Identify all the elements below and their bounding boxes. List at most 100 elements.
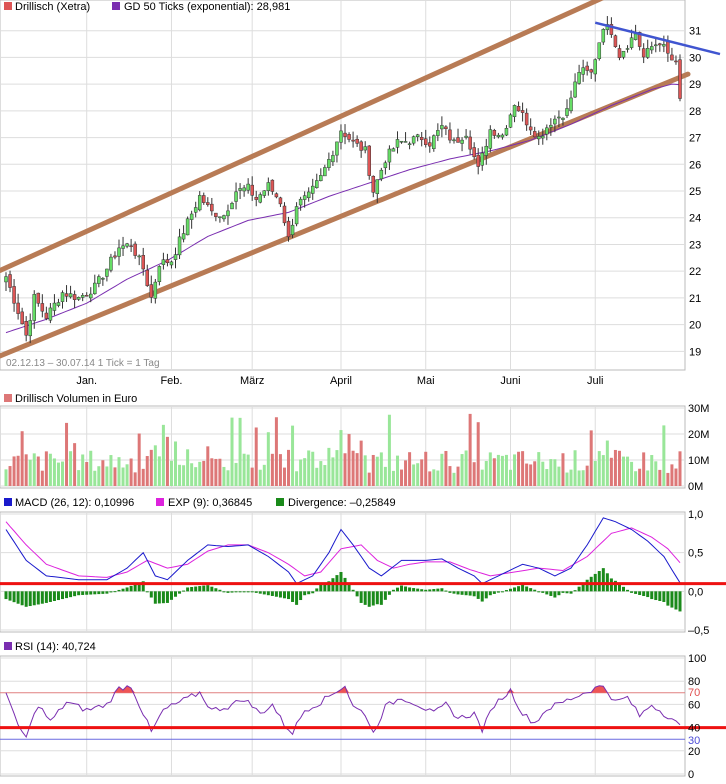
price-y-tick: 21 bbox=[689, 293, 701, 305]
volume-bar bbox=[278, 454, 282, 486]
divergence-bar bbox=[601, 568, 605, 592]
candle-body bbox=[359, 141, 363, 151]
candle-body bbox=[516, 106, 521, 112]
volume-bar bbox=[484, 461, 488, 486]
volume-bar bbox=[149, 449, 153, 486]
volume-bar bbox=[347, 434, 351, 486]
divergence-bar bbox=[234, 591, 238, 593]
volume-bar bbox=[16, 455, 20, 486]
divergence-bar bbox=[69, 591, 73, 598]
volume-bar bbox=[404, 460, 408, 486]
volume-bar bbox=[577, 470, 581, 486]
volume-bar bbox=[81, 454, 85, 486]
price-y-tick: 24 bbox=[689, 213, 701, 225]
candle-body bbox=[113, 255, 117, 258]
divergence-bar bbox=[153, 591, 157, 604]
candle-body bbox=[60, 292, 65, 302]
volume-y-tick: 0M bbox=[688, 481, 703, 493]
candle-body bbox=[266, 182, 271, 191]
divergence-bar bbox=[190, 587, 194, 592]
volume-bar bbox=[391, 470, 395, 486]
volume-bar bbox=[662, 425, 666, 486]
volume-bar bbox=[642, 452, 646, 486]
divergence-bar bbox=[65, 591, 69, 599]
volume-bar bbox=[440, 453, 444, 486]
candle-body bbox=[355, 138, 359, 144]
volume-bar bbox=[202, 460, 206, 486]
volume-bar bbox=[73, 443, 77, 486]
divergence-bar bbox=[133, 584, 137, 592]
divergence-bar bbox=[432, 589, 436, 592]
candle-body bbox=[343, 132, 347, 137]
candle-body bbox=[315, 180, 319, 188]
candle-body bbox=[512, 105, 517, 117]
candle-body bbox=[363, 146, 367, 151]
candle-body bbox=[589, 69, 593, 73]
candle-body bbox=[28, 320, 32, 337]
candle-body bbox=[633, 33, 638, 40]
macd-panel-frame bbox=[0, 511, 686, 633]
candle-body bbox=[601, 29, 606, 43]
volume-bar bbox=[529, 464, 533, 486]
divergence-bar bbox=[395, 587, 399, 592]
candle-body bbox=[561, 117, 565, 120]
divergence-bar bbox=[113, 591, 117, 593]
divergence-bar bbox=[650, 591, 654, 600]
divergence-bar bbox=[436, 588, 440, 592]
volume-bar bbox=[161, 424, 165, 486]
divergence-bar bbox=[472, 591, 476, 597]
legend-swatch-volume bbox=[4, 394, 12, 402]
volume-bar bbox=[383, 466, 387, 486]
candle-body bbox=[649, 46, 654, 51]
divergence-bar bbox=[597, 571, 601, 592]
volume-bar bbox=[32, 453, 36, 486]
volume-bar bbox=[638, 468, 642, 486]
divergence-bar bbox=[626, 589, 630, 592]
candle-body bbox=[464, 135, 468, 138]
divergence-bar bbox=[379, 591, 383, 605]
volume-bar bbox=[182, 465, 186, 486]
volume-bar bbox=[190, 463, 194, 486]
volume-bar bbox=[206, 446, 210, 486]
candle-body bbox=[403, 141, 408, 143]
volume-bar bbox=[387, 414, 391, 486]
candle-body bbox=[528, 126, 533, 131]
volume-bar bbox=[521, 451, 525, 486]
divergence-bar bbox=[278, 591, 282, 598]
legend-exp-label: EXP (9): 0,36845 bbox=[168, 497, 252, 509]
divergence-bar bbox=[569, 591, 573, 594]
legend-swatch-ma bbox=[112, 2, 120, 10]
candle-body bbox=[290, 224, 295, 235]
volume-bar bbox=[291, 425, 295, 486]
legend-divergence-label: Divergence: –0,25849 bbox=[288, 497, 396, 509]
divergence-bar bbox=[553, 591, 557, 598]
legend-rsi-label: RSI (14): 40,724 bbox=[15, 641, 96, 653]
divergence-bar bbox=[492, 591, 496, 594]
divergence-bar bbox=[52, 591, 56, 601]
candle-body bbox=[472, 147, 476, 158]
candle-body bbox=[125, 243, 129, 247]
volume-bar bbox=[476, 422, 480, 486]
candle-body bbox=[306, 191, 311, 199]
volume-bar bbox=[400, 469, 404, 486]
volume-bar bbox=[630, 461, 634, 486]
volume-bar bbox=[56, 462, 60, 486]
candle-body bbox=[327, 159, 331, 168]
divergence-bar bbox=[73, 591, 77, 597]
volume-bar bbox=[141, 468, 145, 486]
candle-body bbox=[565, 108, 569, 116]
volume-bar bbox=[573, 450, 577, 486]
divergence-bar bbox=[371, 591, 375, 606]
candle-body bbox=[121, 245, 125, 249]
volume-bar bbox=[609, 457, 613, 486]
candle-body bbox=[93, 282, 97, 295]
divergence-bar bbox=[226, 591, 230, 593]
price-y-tick: 29 bbox=[689, 79, 701, 91]
volume-bar bbox=[424, 451, 428, 486]
candle-body bbox=[452, 139, 456, 142]
volume-bar bbox=[153, 445, 157, 486]
candle-body bbox=[270, 179, 275, 192]
candle-body bbox=[549, 124, 553, 128]
divergence-bar bbox=[299, 591, 303, 601]
divergence-bar bbox=[658, 591, 662, 601]
